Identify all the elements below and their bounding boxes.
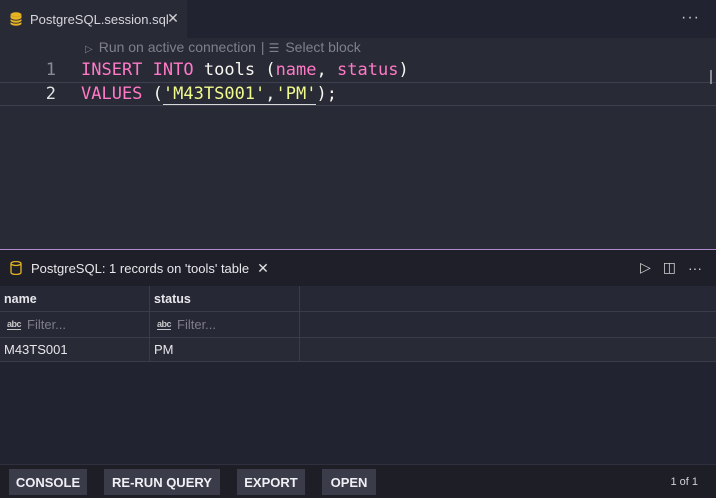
editor-tab-title: PostgreSQL.session.sql bbox=[30, 11, 169, 27]
more-actions-icon[interactable]: ··· bbox=[688, 260, 702, 276]
table-cell-empty bbox=[300, 338, 716, 361]
status-filter-input[interactable]: abc Filter... bbox=[150, 312, 300, 337]
results-tab[interactable]: PostgreSQL: 1 records on 'tools' table ✕ bbox=[0, 250, 269, 286]
filter-placeholder: Filter... bbox=[177, 317, 217, 332]
code-editor[interactable]: ▷ Run on active connection | ☰ Select bloc… bbox=[0, 38, 716, 249]
results-panel-title: PostgreSQL: 1 records on 'tools' table bbox=[31, 260, 250, 276]
column-header-row: name status bbox=[0, 286, 716, 312]
code-line-1[interactable]: 1 INSERT INTO tools (name, status) bbox=[0, 58, 716, 82]
filter-empty bbox=[300, 312, 716, 337]
text-filter-icon: abc bbox=[157, 318, 172, 330]
select-label: Select block bbox=[285, 39, 361, 55]
results-panel-header: PostgreSQL: 1 records on 'tools' table ✕… bbox=[0, 250, 716, 286]
database-icon bbox=[10, 12, 22, 26]
table-cell-status[interactable]: PM bbox=[150, 338, 300, 361]
results-grid: name status abc Filter... abc Filter... … bbox=[0, 286, 716, 362]
open-button[interactable]: OPEN bbox=[322, 469, 376, 495]
export-button[interactable]: EXPORT bbox=[237, 469, 305, 495]
editor-tab-bar: PostgreSQL.session.sql ✕ ··· bbox=[0, 0, 716, 38]
scrollbar-marker bbox=[710, 70, 712, 84]
code-text: INSERT INTO tools (name, status) bbox=[81, 60, 409, 80]
panel-actions: ▷ ◫ ··· bbox=[640, 259, 702, 276]
run-label: Run on active connection bbox=[98, 39, 256, 55]
codelens: ▷ Run on active connection | ☰ Select bloc… bbox=[85, 38, 361, 56]
lines-icon: ☰ bbox=[268, 41, 280, 55]
line-number: 2 bbox=[45, 84, 56, 104]
column-header-status[interactable]: status bbox=[150, 286, 300, 311]
filter-placeholder: Filter... bbox=[27, 317, 67, 332]
console-button[interactable]: CONSOLE bbox=[9, 469, 87, 495]
play-icon: ▷ bbox=[85, 44, 93, 55]
close-icon[interactable]: ✕ bbox=[165, 10, 181, 26]
split-editor-icon[interactable]: ◫ bbox=[663, 259, 676, 276]
page-indicator: 1 of 1 bbox=[670, 476, 698, 488]
rerun-query-button[interactable]: RE-RUN QUERY bbox=[104, 469, 220, 495]
select-block-link[interactable]: ☰ Select block bbox=[269, 39, 361, 55]
results-panel: PostgreSQL: 1 records on 'tools' table ✕… bbox=[0, 249, 716, 498]
editor-tab[interactable]: PostgreSQL.session.sql ✕ bbox=[0, 0, 187, 38]
column-header-name[interactable]: name bbox=[0, 286, 150, 311]
results-toolbar: CONSOLE RE-RUN QUERY EXPORT OPEN 1 of 1 bbox=[0, 464, 716, 498]
code-line-2[interactable]: 2 VALUES ('M43TS001','PM'); bbox=[0, 82, 716, 106]
code-text: VALUES ('M43TS001','PM'); bbox=[81, 84, 337, 105]
name-filter-input[interactable]: abc Filter... bbox=[0, 312, 150, 337]
text-filter-icon: abc bbox=[7, 318, 22, 330]
line-number: 1 bbox=[45, 60, 56, 80]
codelens-separator: | bbox=[260, 39, 265, 55]
table-row[interactable]: M43TS001 PM bbox=[0, 338, 716, 362]
more-actions-icon[interactable]: ··· bbox=[681, 9, 700, 27]
run-on-connection-link[interactable]: ▷ Run on active connection bbox=[85, 39, 256, 55]
column-header-empty bbox=[300, 286, 716, 311]
database-icon bbox=[10, 261, 22, 275]
filter-row: abc Filter... abc Filter... bbox=[0, 312, 716, 338]
run-icon[interactable]: ▷ bbox=[640, 259, 651, 276]
table-cell-name[interactable]: M43TS001 bbox=[0, 338, 150, 361]
close-icon[interactable]: ✕ bbox=[257, 260, 269, 277]
